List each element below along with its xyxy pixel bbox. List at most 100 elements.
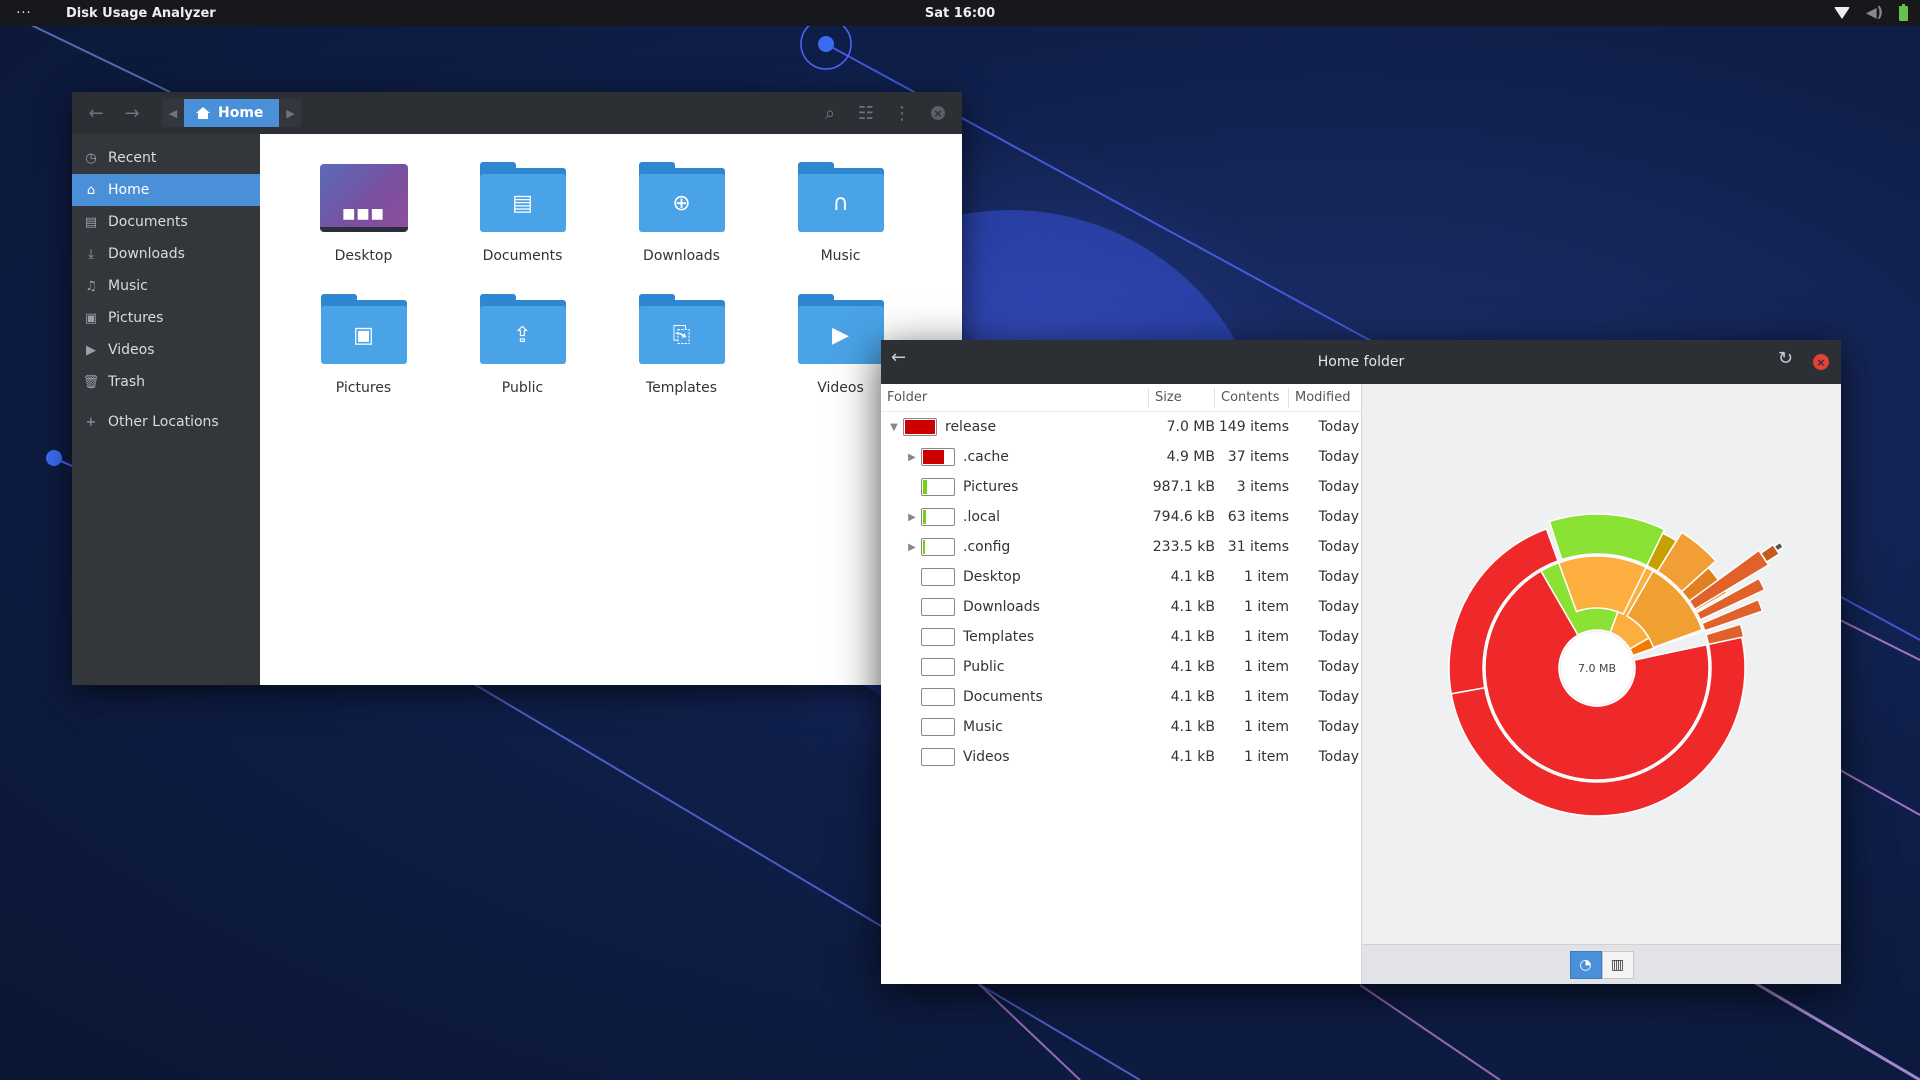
usage-bar	[921, 568, 955, 586]
folder-downloads[interactable]: ⊕ Downloads	[602, 154, 761, 286]
sidebar-item-label: Home	[108, 182, 150, 198]
kebab-menu-icon: ⋮	[893, 102, 911, 124]
sidebar-item-pictures[interactable]: ▣ Pictures	[72, 302, 260, 334]
table-row[interactable]: Pictures 987.1 kB 3 items Today	[881, 472, 1361, 502]
app-menu[interactable]: Disk Usage Analyzer	[66, 6, 216, 21]
size-cell: 4.1 kB	[1170, 629, 1215, 645]
folder-documents[interactable]: ▤ Documents	[443, 154, 602, 286]
column-modified[interactable]: Modified	[1289, 388, 1361, 408]
template-icon: ⎘	[638, 294, 725, 364]
folder-cell: Desktop	[881, 568, 1149, 586]
disk-usage-window: ← Home folder ↻ × Folder Size Contents M…	[881, 340, 1841, 984]
sidebar-item-label: Pictures	[108, 310, 164, 326]
back-button[interactable]: ←	[78, 98, 114, 128]
modified-cell: Today	[1318, 629, 1360, 645]
folder-cell: Pictures	[881, 478, 1149, 496]
folder-music[interactable]: ∩ Music	[761, 154, 920, 286]
sidebar-item-music[interactable]: ♫ Music	[72, 270, 260, 302]
chevron-right-icon[interactable]: ▶	[903, 452, 921, 463]
folder-templates[interactable]: ⎘ Templates	[602, 286, 761, 418]
table-row[interactable]: Public 4.1 kB 1 item Today	[881, 652, 1361, 682]
tree-rows: ▼ release 7.0 MB 149 items Today ▶ .cache 4.9 M…	[881, 412, 1361, 772]
refresh-button[interactable]: ↻	[1778, 348, 1793, 369]
modified-cell: Today	[1318, 449, 1360, 465]
table-row[interactable]: Downloads 4.1 kB 1 item Today	[881, 592, 1361, 622]
column-contents[interactable]: Contents	[1215, 387, 1289, 408]
column-size[interactable]: Size	[1149, 387, 1215, 408]
folder-label: Public	[501, 380, 544, 396]
sidebar-item-documents[interactable]: ▤ Documents	[72, 206, 260, 238]
sidebar-item-videos[interactable]: ▶ Videos	[72, 334, 260, 366]
menu-button[interactable]: ⋮	[884, 98, 920, 128]
folder-name: Music	[963, 719, 1003, 735]
folder-name: .config	[963, 539, 1011, 555]
download-icon: ⊕	[638, 162, 725, 232]
breadcrumb-left-button[interactable]: ◀	[162, 99, 184, 127]
contents-cell: 31 items	[1227, 539, 1289, 555]
table-row[interactable]: ▶ .cache 4.9 MB 37 items Today	[881, 442, 1361, 472]
activities-dots[interactable]: ···	[0, 6, 48, 21]
contents-cell: 1 item	[1244, 629, 1289, 645]
share-icon: ⇪	[479, 294, 566, 364]
treemap-button[interactable]: ▥	[1601, 950, 1634, 979]
usage-bar	[921, 448, 955, 466]
chevron-right-icon[interactable]: ▶	[903, 512, 921, 523]
forward-button[interactable]: →	[114, 98, 150, 128]
usage-bar	[921, 628, 955, 646]
document-icon: ▤	[84, 214, 98, 230]
close-button[interactable]: ×	[1813, 354, 1829, 370]
sidebar-item-home[interactable]: ⌂ Home	[72, 174, 260, 206]
modified-cell: Today	[1318, 719, 1360, 735]
breadcrumb-right-button[interactable]: ▶	[279, 99, 302, 127]
table-row[interactable]: ▶ .config 233.5 kB 31 items Today	[881, 532, 1361, 562]
folder-cell: Music	[881, 718, 1149, 736]
usage-bar	[921, 748, 955, 766]
chevron-down-icon[interactable]: ▼	[885, 422, 903, 433]
usage-bar	[921, 688, 955, 706]
folder-desktop[interactable]: ■■■ Desktop	[284, 154, 443, 286]
breadcrumb: ◀ Home ▶	[162, 99, 302, 127]
folder-name: Downloads	[963, 599, 1040, 615]
chevron-left-icon: ◀	[168, 106, 178, 120]
music-icon: ♫	[85, 278, 97, 294]
arrow-left-icon: ←	[88, 102, 104, 124]
dua-header-bar: ← Home folder ↻ ×	[881, 340, 1841, 384]
size-cell: 4.9 MB	[1166, 449, 1215, 465]
clock[interactable]: Sat 16:00	[925, 6, 995, 21]
table-row[interactable]: Desktop 4.1 kB 1 item Today	[881, 562, 1361, 592]
table-row[interactable]: Documents 4.1 kB 1 item Today	[881, 682, 1361, 712]
table-row[interactable]: Music 4.1 kB 1 item Today	[881, 712, 1361, 742]
ring-chart[interactable]: 7.0 MB	[1362, 384, 1840, 944]
chevron-right-icon[interactable]: ▶	[903, 542, 921, 553]
sidebar-item-downloads[interactable]: ⤓ Downloads	[72, 238, 260, 270]
table-row[interactable]: Templates 4.1 kB 1 item Today	[881, 622, 1361, 652]
close-button[interactable]: ×	[920, 98, 956, 128]
picture-icon: ▣	[320, 294, 407, 364]
breadcrumb-label: Home	[218, 105, 264, 121]
folder-label: Pictures	[335, 380, 392, 396]
folder-label: Music	[820, 248, 861, 264]
folder-public[interactable]: ⇪ Public	[443, 286, 602, 418]
chevron-right-icon: ▶	[286, 106, 295, 120]
size-cell: 4.1 kB	[1170, 749, 1215, 765]
sidebar-item-recent[interactable]: ◷ Recent	[72, 142, 260, 174]
sidebar-item-trash[interactable]: 🗑 Trash	[72, 366, 260, 398]
system-tray[interactable]: ◀)	[1833, 0, 1908, 26]
column-folder[interactable]: Folder	[881, 387, 1149, 408]
view-toggle-button[interactable]: ☷	[848, 98, 884, 128]
table-row[interactable]: Videos 4.1 kB 1 item Today	[881, 742, 1361, 772]
table-row[interactable]: ▶ .local 794.6 kB 63 items Today	[881, 502, 1361, 532]
breadcrumb-home[interactable]: Home	[184, 99, 280, 127]
folder-pictures[interactable]: ▣ Pictures	[284, 286, 443, 418]
search-button[interactable]: ⌕	[812, 98, 848, 128]
sidebar-item-other-locations[interactable]: + Other Locations	[72, 406, 260, 438]
sidebar-item-label: Downloads	[108, 246, 185, 262]
contents-cell: 63 items	[1227, 509, 1289, 525]
home-icon	[196, 107, 210, 119]
sidebar-item-label: Music	[108, 278, 148, 294]
arrow-right-icon: →	[124, 102, 140, 124]
table-row[interactable]: ▼ release 7.0 MB 149 items Today	[881, 412, 1361, 442]
home-icon: ⌂	[86, 182, 96, 198]
contents-cell: 1 item	[1244, 569, 1289, 585]
ring-chart-button[interactable]: ◔	[1569, 950, 1602, 979]
